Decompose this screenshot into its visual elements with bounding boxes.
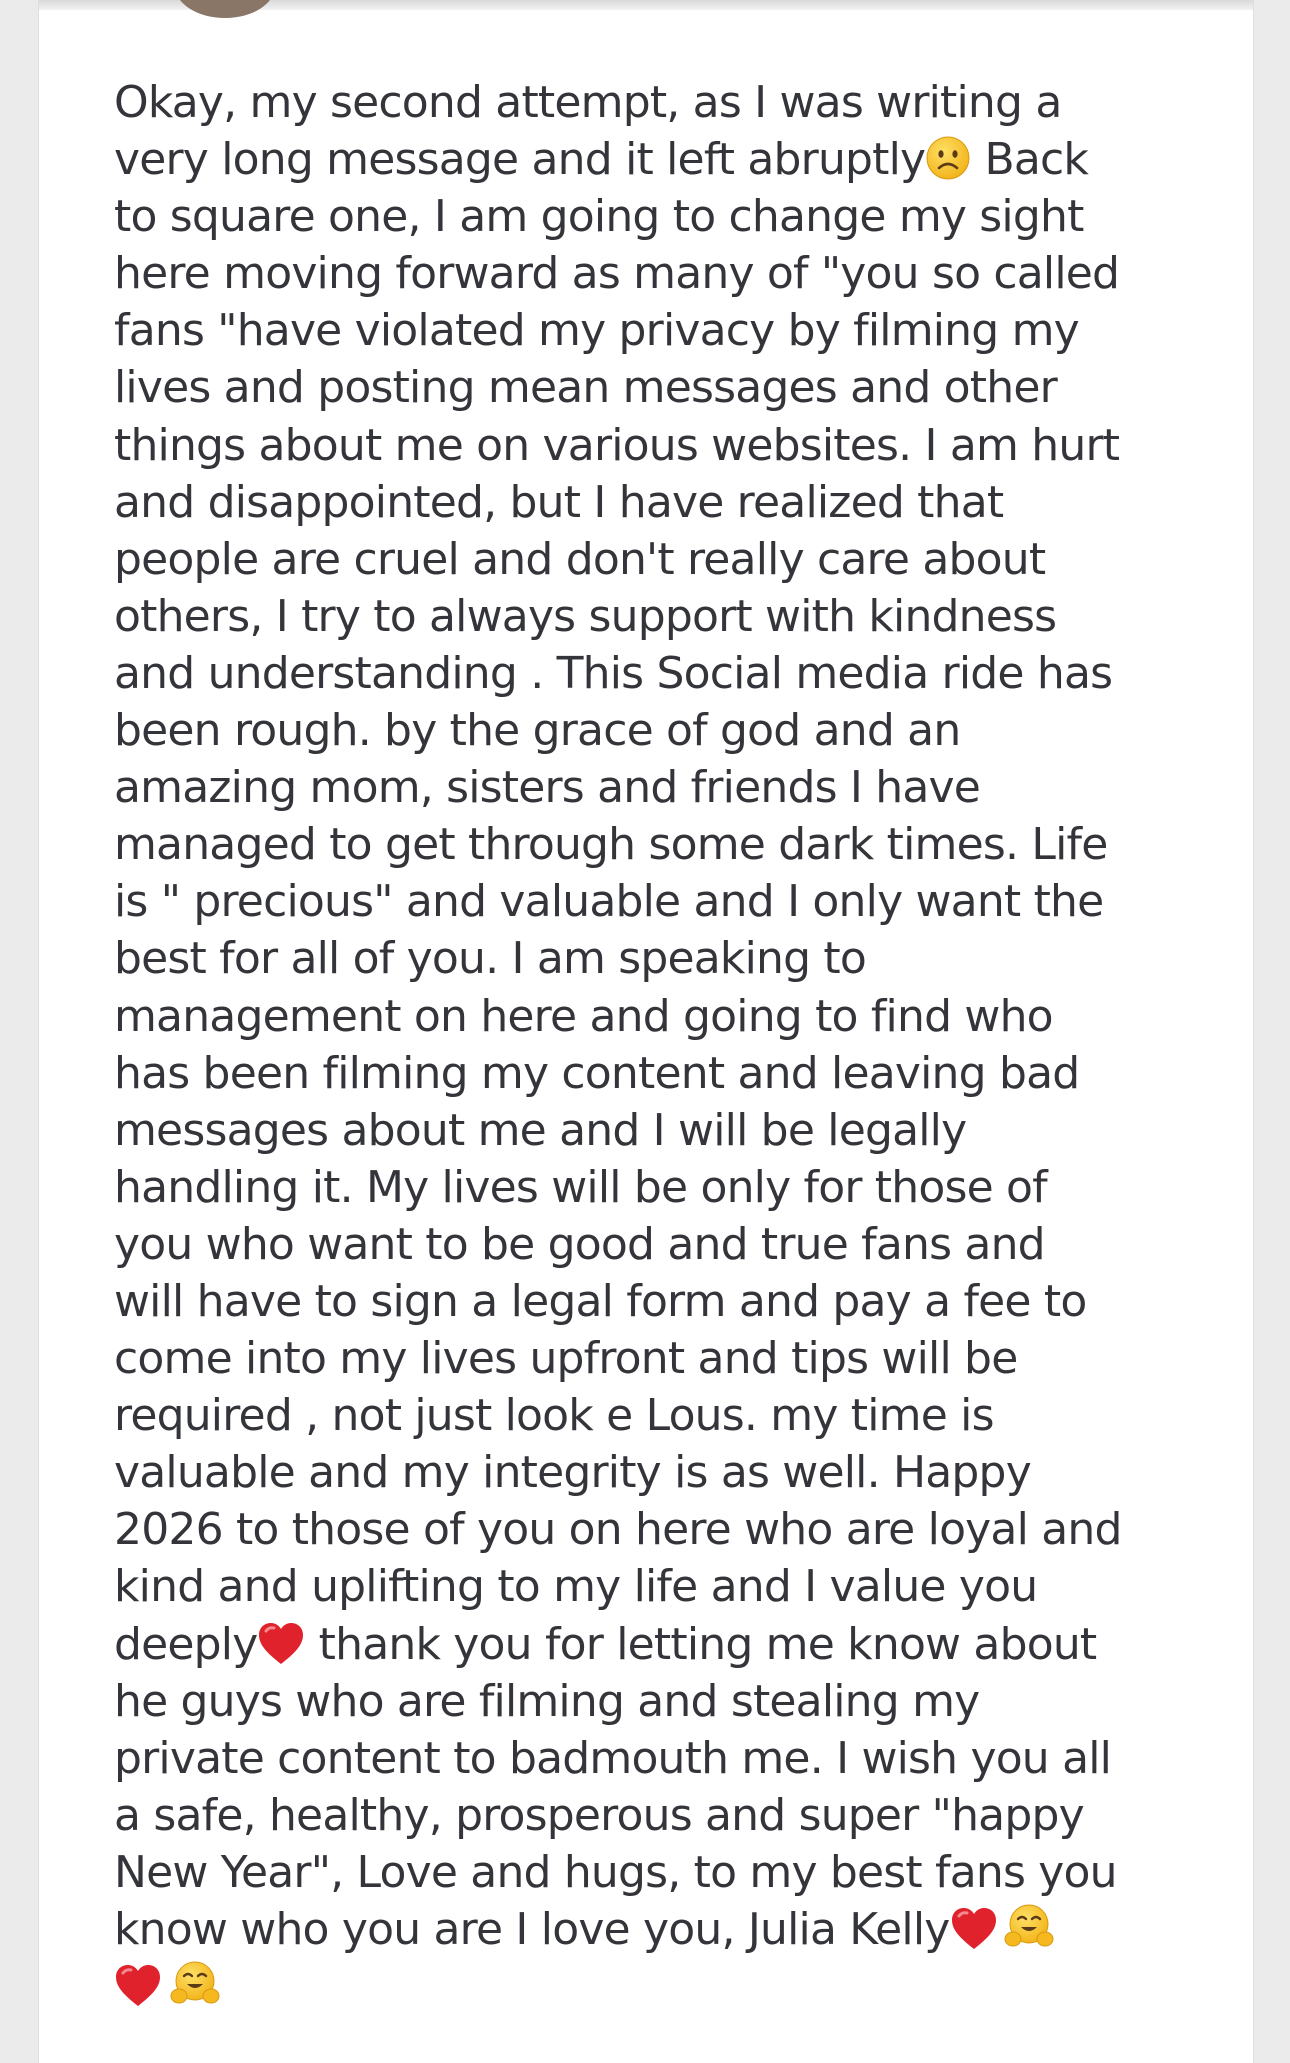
text-line: kind and uplifting to my life and I valu…	[114, 1561, 1038, 1613]
text-line: others, I try to always support with kin…	[114, 590, 1057, 642]
text-line: come into my lives upfront and tips will…	[114, 1333, 1018, 1385]
text-line: will have to sign a legal form and pay a…	[114, 1275, 1087, 1327]
text-line: valuable and my integrity is as well. Ha…	[114, 1447, 1032, 1499]
text-line: New Year", Love and hugs, to my best fan…	[114, 1846, 1118, 1898]
text-line: a safe, healthy, prosperous and super "h…	[114, 1789, 1085, 1841]
text-line: 2026 to those of you on here who are loy…	[114, 1504, 1122, 1556]
text-segment: thank you for letting me know about	[305, 1618, 1098, 1670]
hugging-face-icon	[1004, 1903, 1054, 1951]
text-line: you who want to be good and true fans an…	[114, 1218, 1046, 1270]
post-card: Okay, my second attempt, as I was writin…	[38, 0, 1254, 2063]
text-line: people are cruel and don't really care a…	[114, 533, 1046, 585]
text-line: been rough. by the grace of god and an	[114, 705, 961, 757]
red-heart-icon	[950, 1907, 998, 1951]
text-line: very long message and it left abruptly B…	[114, 131, 1224, 188]
text-line: best for all of you. I am speaking to	[114, 933, 867, 985]
text-line: managed to get through some dark times. …	[114, 819, 1108, 871]
red-heart-icon	[114, 1964, 162, 2008]
text-line: deeply thank you for letting me know abo…	[114, 1616, 1224, 1673]
text-segment: know who you are I love you, Julia Kelly	[114, 1904, 950, 1955]
slightly-frowning-face-icon	[925, 135, 971, 181]
text-line: fans "have violated my privacy by filmin…	[114, 305, 1080, 357]
text-line: required , not just look e Lous. my time…	[114, 1390, 995, 1442]
text-line	[114, 1958, 1224, 2015]
post-body-text: Okay, my second attempt, as I was writin…	[114, 74, 1224, 2015]
text-segment: deeply	[114, 1618, 258, 1670]
screenshot-page: Okay, my second attempt, as I was writin…	[0, 0, 1290, 2063]
text-line: private content to badmouth me. I wish y…	[114, 1732, 1112, 1784]
text-segment: very long message and it left abruptly	[114, 134, 926, 186]
text-line: things about me on various websites. I a…	[114, 419, 1120, 471]
text-line: lives and posting mean messages and othe…	[114, 362, 1058, 414]
text-segment: Back	[971, 134, 1089, 186]
text-line: has been filming my content and leaving …	[114, 1047, 1080, 1099]
text-line: and understanding . This Social media ri…	[114, 647, 1113, 699]
text-line: to square one, I am going to change my s…	[114, 191, 1084, 243]
text-line: handling it. My lives will be only for t…	[114, 1161, 1048, 1213]
text-line: he guys who are filming and stealing my	[114, 1675, 980, 1727]
text-line: know who you are I love you, Julia Kelly	[114, 1901, 1224, 1958]
text-line: messages about me and I will be legally	[114, 1104, 967, 1156]
text-line: here moving forward as many of "you so c…	[114, 248, 1120, 300]
text-line: is " precious" and valuable and I only w…	[114, 876, 1104, 928]
red-heart-icon	[257, 1622, 305, 1666]
text-line: amazing mom, sisters and friends I have	[114, 762, 981, 814]
text-line: management on here and going to find who	[114, 990, 1054, 1042]
text-line: and disappointed, but I have realized th…	[114, 476, 1004, 528]
text-line: Okay, my second attempt, as I was writin…	[114, 77, 1062, 128]
hugging-face-icon	[170, 1960, 220, 2008]
